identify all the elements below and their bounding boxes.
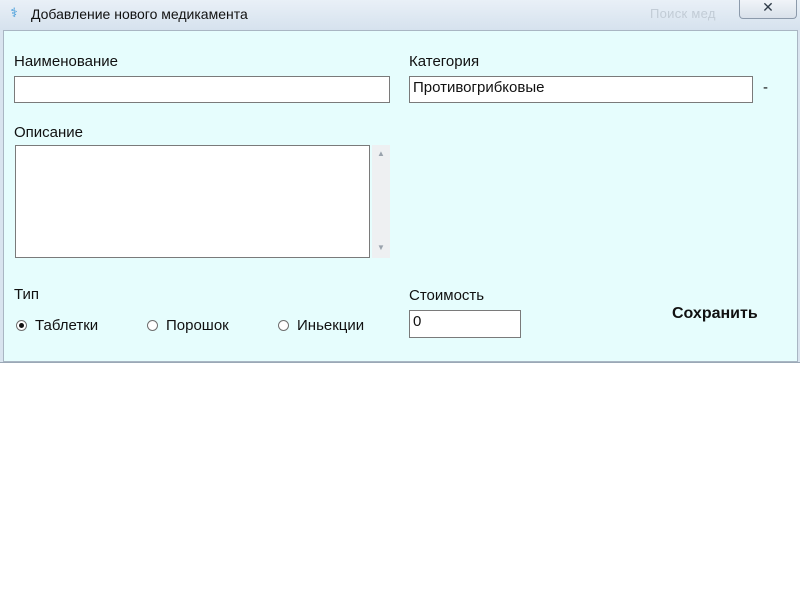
type-label: Тип [14,286,40,303]
close-icon: ✕ [762,0,774,15]
category-dash: - [763,79,768,96]
form-area: Наименование Категория Противогрибковые … [3,30,798,362]
category-input[interactable]: Противогрибковые [409,76,753,103]
radio-unchecked-icon [147,320,158,331]
caduceus-icon: ⚕ [10,5,18,20]
radio-powder-label: Порошок [166,317,229,334]
background-window-title: Поиск мед [650,6,716,21]
radio-powder[interactable]: Порошок [147,317,229,334]
description-scrollbar[interactable]: ▲ ▼ [372,145,390,258]
scroll-up-icon[interactable]: ▲ [372,147,390,161]
radio-tablets-label: Таблетки [35,317,99,334]
title-bar: ⚕ Добавление нового медикамента Поиск ме… [0,0,800,30]
name-input[interactable] [14,76,390,103]
description-field: ▲ ▼ [15,145,390,258]
radio-tablets[interactable]: Таблетки [16,317,98,334]
description-label: Описание [14,124,84,141]
scroll-down-icon[interactable]: ▼ [372,241,390,255]
window-title: Добавление нового медикамента [31,6,248,22]
radio-injections-label: Иньекции [297,317,365,334]
radio-unchecked-icon [278,320,289,331]
save-button[interactable]: Сохранить [672,305,758,323]
category-label: Категория [409,53,480,70]
radio-injections[interactable]: Иньекции [278,317,364,334]
dialog-window: ⚕ Добавление нового медикамента Поиск ме… [0,0,800,363]
cost-input[interactable]: 0 [409,310,521,338]
name-label: Наименование [14,53,118,70]
cost-label: Стоимость [409,287,485,304]
radio-checked-icon [16,320,27,331]
description-textarea[interactable] [15,145,370,258]
close-button[interactable]: ✕ [739,0,797,19]
